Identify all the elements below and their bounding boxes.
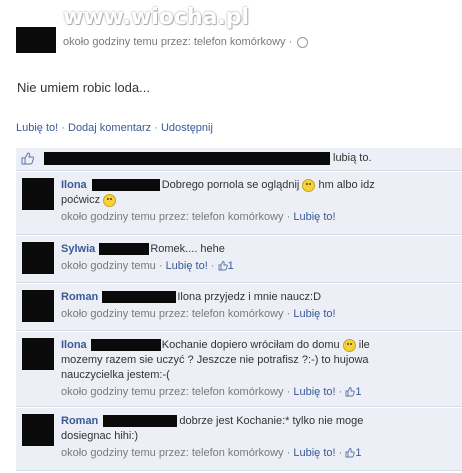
- post-actions: Lubię to! · Dodaj komentarz · Udostępnij: [16, 122, 462, 140]
- comment-likes-count[interactable]: 1: [345, 386, 361, 398]
- comment-body: Roman dobrze jest Kochanie:* tylko nie m…: [61, 414, 456, 461]
- comment-text: Ilona przyjedz i mnie naucz:D: [177, 291, 322, 303]
- comment-likes-count[interactable]: 1: [218, 260, 234, 272]
- redacted-names: [44, 152, 330, 165]
- comment-body: Ilona Dobrego pornola se oglądnij hm alb…: [61, 178, 456, 225]
- comment-meta: około godziny temu przez: telefon komórk…: [61, 308, 291, 320]
- comment-item: Sylwia Romek.... hehe około godziny temu…: [16, 236, 462, 283]
- comment-item: Ilona Kochanie dopiero wróciłam do domu …: [16, 332, 462, 407]
- post-message: Nie umiem robic loda...: [17, 80, 150, 95]
- comment-meta: około godziny temu przez: telefon komórk…: [61, 386, 291, 398]
- like-comment-link[interactable]: Lubię to!: [166, 260, 208, 272]
- thumbs-up-icon: [345, 448, 356, 458]
- share-link[interactable]: Udostępnij: [161, 122, 213, 134]
- comment-text: poćwicz: [61, 194, 101, 206]
- comment-body: Ilona Kochanie dopiero wróciłam do domu …: [61, 338, 456, 400]
- comment-body: Roman Ilona przyjedz i mnie naucz:D okoł…: [61, 290, 456, 322]
- comment-text: dobrze jest Kochanie:* tylko nie moge: [179, 415, 364, 427]
- redacted-surname: [91, 179, 160, 192]
- like-comment-link[interactable]: Lubię to!: [293, 211, 335, 223]
- redacted-surname: [99, 243, 150, 256]
- poster-avatar[interactable]: [16, 27, 56, 53]
- post-meta: około godziny temu przez: telefon komórk…: [63, 36, 309, 48]
- comment-text: dosiegnac hihi:): [61, 430, 139, 442]
- meta-separator: ·: [338, 447, 343, 459]
- commenter-name[interactable]: Ilona: [61, 179, 87, 191]
- comment-text: Dobrego pornola se oglądnij: [161, 179, 300, 191]
- redacted-surname: [90, 339, 161, 352]
- comment-text: mozemy razem sie uczyć ? Jeszcze nie pot…: [61, 354, 369, 366]
- likes-count: 1: [355, 447, 362, 459]
- likes-summary: lubią to.: [16, 148, 462, 171]
- commenter-name[interactable]: Ilona: [61, 339, 87, 351]
- action-separator: ·: [154, 122, 158, 134]
- commenter-avatar[interactable]: [22, 178, 54, 210]
- comment-meta: około godziny temu przez: telefon komórk…: [61, 447, 291, 459]
- comment-body: Sylwia Romek.... hehe około godziny temu…: [61, 242, 456, 274]
- like-post-link[interactable]: Lubię to!: [16, 122, 58, 134]
- comment-likes-count[interactable]: 1: [345, 447, 361, 459]
- redacted-surname: [103, 415, 178, 428]
- thumbs-up-icon: [21, 152, 35, 168]
- commenter-name[interactable]: Sylwia: [61, 243, 95, 255]
- comment-text: hm albo idz: [318, 179, 375, 191]
- comment-item: Ilona Dobrego pornola se oglądnij hm alb…: [16, 172, 462, 235]
- like-comment-link[interactable]: Lubię to!: [293, 308, 335, 320]
- thumbs-up-icon: [345, 387, 356, 397]
- commenter-avatar[interactable]: [22, 338, 54, 370]
- meta-separator: ·: [338, 386, 343, 398]
- commenter-name[interactable]: Roman: [61, 415, 98, 427]
- comment-item: Roman dobrze jest Kochanie:* tylko nie m…: [16, 408, 462, 471]
- smiley-icon: [342, 338, 356, 352]
- commenter-avatar[interactable]: [22, 290, 54, 322]
- meta-separator: ·: [210, 260, 215, 272]
- comment-item: Roman Ilona przyjedz i mnie naucz:D okoł…: [16, 284, 462, 331]
- thumbs-up-icon: [218, 261, 228, 271]
- post-meta-text: około godziny temu przez: telefon komórk…: [63, 36, 293, 48]
- commenter-avatar[interactable]: [22, 414, 54, 446]
- comment-meta: około godziny temu przez: telefon komórk…: [61, 211, 291, 223]
- action-separator: ·: [61, 122, 65, 134]
- likes-summary-text: lubią to.: [333, 152, 372, 164]
- smiley-icon: [302, 178, 316, 192]
- like-comment-link[interactable]: Lubię to!: [293, 386, 335, 398]
- watermark-logo: www.wiocha.pl: [63, 5, 250, 30]
- commenter-avatar[interactable]: [22, 242, 54, 274]
- comment-text: ile: [358, 339, 370, 351]
- commenter-name[interactable]: Roman: [61, 291, 98, 303]
- like-comment-link[interactable]: Lubię to!: [293, 447, 335, 459]
- comment-text: Romek.... hehe: [150, 243, 225, 255]
- comment-text: Kochanie dopiero wróciłam do domu: [161, 339, 340, 351]
- comment-meta: około godziny temu ·: [61, 260, 163, 272]
- smiley-icon: [103, 193, 117, 207]
- comment-text: nauczycielka jestem:-(: [61, 369, 170, 381]
- globe-icon: [297, 36, 309, 48]
- redacted-surname: [102, 291, 177, 304]
- add-comment-link[interactable]: Dodaj komentarz: [68, 122, 151, 134]
- likes-count: 1: [227, 260, 234, 272]
- likes-count: 1: [355, 386, 362, 398]
